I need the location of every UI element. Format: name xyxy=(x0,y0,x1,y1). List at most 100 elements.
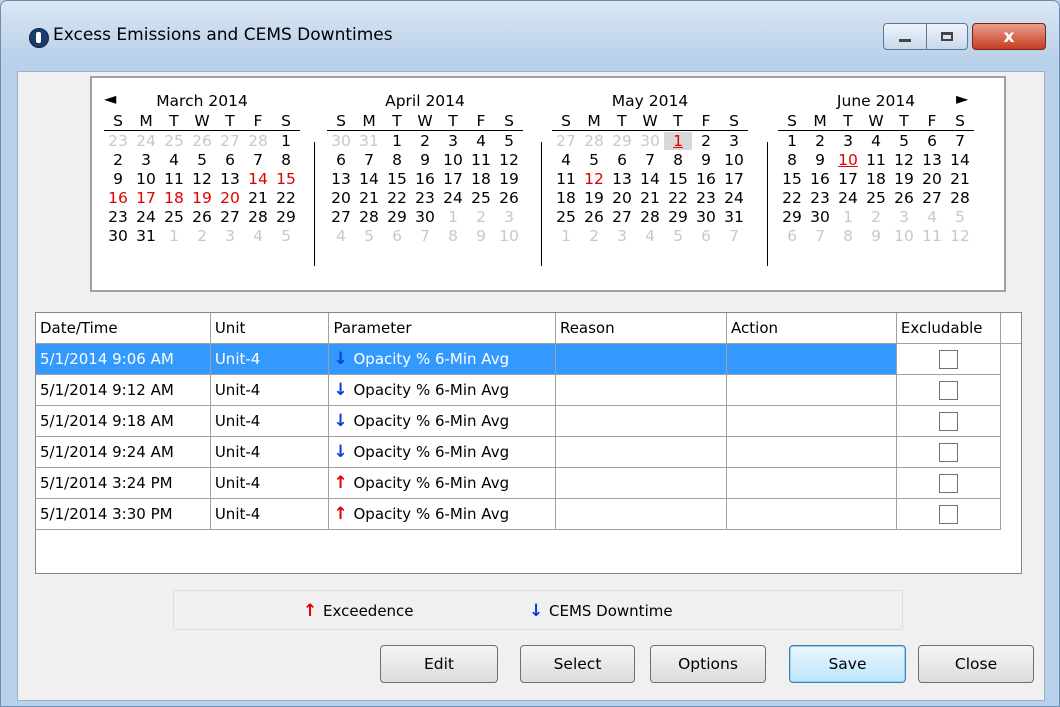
calendar-day[interactable]: 10 xyxy=(834,151,862,169)
calendar-day[interactable]: 11 xyxy=(552,170,580,188)
calendar-day[interactable]: 3 xyxy=(834,132,862,150)
month-grid[interactable]: S M T W T F S 27 28 29 30 1 2 3 4 5 6 7 8 9 10 11 12 13 14 15 16 17… xyxy=(552,112,748,245)
calendar-day[interactable]: 20 xyxy=(608,189,636,207)
calendar-day[interactable]: 11 xyxy=(862,151,890,169)
title-bar[interactable]: Excess Emissions and CEMS Downtimes x xyxy=(1,1,1059,71)
column-header-unit[interactable]: Unit xyxy=(210,313,330,344)
calendar-day[interactable]: 30 xyxy=(636,132,664,150)
cell-action[interactable] xyxy=(726,498,897,530)
calendar-day[interactable]: 14 xyxy=(355,170,383,188)
table-row[interactable]: 5/1/2014 9:06 AM Unit-4 ↓ Opacity % 6-Min A… xyxy=(36,343,1021,375)
column-header-datetime[interactable]: Date/Time xyxy=(36,313,211,344)
calendar-day[interactable]: 4 xyxy=(327,227,355,245)
calendar-day[interactable]: 13 xyxy=(608,170,636,188)
month-grid[interactable]: S M T W T F S 30 31 1 2 3 4 5 6 7 8 9 10 11 12 13 14 15 16 17 18 19… xyxy=(327,112,523,245)
cell-datetime[interactable]: 5/1/2014 3:24 PM xyxy=(36,467,211,499)
calendar-day[interactable]: 3 xyxy=(216,227,244,245)
calendar-day[interactable]: 10 xyxy=(439,151,467,169)
column-header-excludable[interactable]: Excludable xyxy=(896,313,1002,344)
calendar-day[interactable]: 26 xyxy=(495,189,523,207)
calendar-day[interactable]: 15 xyxy=(664,170,692,188)
calendar-day[interactable]: 9 xyxy=(411,151,439,169)
cell-datetime[interactable]: 5/1/2014 9:18 AM xyxy=(36,405,211,437)
calendar-day[interactable]: 30 xyxy=(806,208,834,226)
cell-reason[interactable] xyxy=(555,343,728,375)
calendar-day[interactable]: 16 xyxy=(806,170,834,188)
cell-parameter[interactable]: ↑ Opacity % 6-Min Avg xyxy=(328,467,556,499)
calendar-day[interactable]: 17 xyxy=(720,170,748,188)
calendar-day[interactable]: 13 xyxy=(918,151,946,169)
calendar-day[interactable]: 30 xyxy=(692,208,720,226)
calendar-day[interactable]: 7 xyxy=(411,227,439,245)
calendar-day[interactable]: 3 xyxy=(720,132,748,150)
cell-unit[interactable]: Unit-4 xyxy=(210,467,330,499)
calendar-day[interactable]: 21 xyxy=(636,189,664,207)
calendar-day[interactable]: 31 xyxy=(720,208,748,226)
calendar-day[interactable]: 8 xyxy=(383,151,411,169)
cell-unit[interactable]: Unit-4 xyxy=(210,343,330,375)
calendar-day[interactable]: 11 xyxy=(467,151,495,169)
calendar-day[interactable]: 27 xyxy=(216,132,244,150)
calendar-day[interactable]: 29 xyxy=(383,208,411,226)
cell-unit[interactable]: Unit-4 xyxy=(210,405,330,437)
calendar-day[interactable]: 24 xyxy=(132,132,160,150)
cell-reason[interactable] xyxy=(555,405,728,437)
calendar-day[interactable]: 27 xyxy=(918,189,946,207)
cell-parameter[interactable]: ↓ Opacity % 6-Min Avg xyxy=(328,343,556,375)
calendar-day[interactable]: 18 xyxy=(467,170,495,188)
cell-action[interactable] xyxy=(726,405,897,437)
calendar-day[interactable]: 22 xyxy=(778,189,806,207)
calendar-day[interactable]: 27 xyxy=(608,208,636,226)
calendar-day[interactable]: 5 xyxy=(355,227,383,245)
calendar-day[interactable]: 1 xyxy=(552,227,580,245)
edit-button[interactable]: Edit xyxy=(380,645,498,683)
column-header-reason[interactable]: Reason xyxy=(555,313,728,344)
table-row[interactable]: 5/1/2014 9:24 AM Unit-4 ↓ Opacity % 6-Min A… xyxy=(36,436,1021,468)
calendar-day[interactable]: 25 xyxy=(862,189,890,207)
calendar-day[interactable]: 12 xyxy=(495,151,523,169)
calendar-day[interactable]: 30 xyxy=(327,132,355,150)
calendar-day[interactable]: 2 xyxy=(467,208,495,226)
cell-action[interactable] xyxy=(726,467,897,499)
calendar-day[interactable]: 17 xyxy=(132,189,160,207)
calendar-day[interactable]: 9 xyxy=(806,151,834,169)
calendar-day[interactable]: 8 xyxy=(439,227,467,245)
cell-parameter[interactable]: ↓ Opacity % 6-Min Avg xyxy=(328,405,556,437)
calendar-day[interactable]: 25 xyxy=(467,189,495,207)
calendar-day[interactable]: 19 xyxy=(890,170,918,188)
calendar-day[interactable]: 8 xyxy=(834,227,862,245)
calendar-day[interactable]: 26 xyxy=(188,132,216,150)
calendar-day[interactable]: 13 xyxy=(327,170,355,188)
calendar-day[interactable]: 22 xyxy=(664,189,692,207)
calendar-day[interactable]: 28 xyxy=(946,189,974,207)
calendar-day[interactable]: 21 xyxy=(946,170,974,188)
calendar-day[interactable]: 23 xyxy=(104,208,132,226)
calendar-day[interactable]: 29 xyxy=(608,132,636,150)
calendar-day[interactable]: 2 xyxy=(806,132,834,150)
calendar-day[interactable]: 26 xyxy=(188,208,216,226)
calendar-day[interactable]: 7 xyxy=(244,151,272,169)
calendar-day[interactable]: 20 xyxy=(327,189,355,207)
calendar-day[interactable]: 12 xyxy=(580,170,608,188)
calendar-day[interactable]: 7 xyxy=(720,227,748,245)
calendar-day[interactable]: 8 xyxy=(778,151,806,169)
calendar-day[interactable]: 5 xyxy=(580,151,608,169)
calendar-day[interactable]: 4 xyxy=(636,227,664,245)
calendar-day[interactable]: 6 xyxy=(692,227,720,245)
calendar-day[interactable]: 1 xyxy=(439,208,467,226)
column-header-parameter[interactable]: Parameter xyxy=(328,313,556,344)
calendar-day[interactable]: 22 xyxy=(272,189,300,207)
calendar-day[interactable]: 4 xyxy=(160,151,188,169)
calendar-day[interactable]: 28 xyxy=(580,132,608,150)
calendar-day[interactable]: 28 xyxy=(244,208,272,226)
calendar-day[interactable]: 27 xyxy=(216,208,244,226)
calendar-day[interactable]: 23 xyxy=(411,189,439,207)
cell-parameter[interactable]: ↓ Opacity % 6-Min Avg xyxy=(328,374,556,406)
calendar-day[interactable]: 25 xyxy=(160,208,188,226)
calendar-day[interactable]: 22 xyxy=(383,189,411,207)
calendar-day[interactable]: 14 xyxy=(244,170,272,188)
options-button[interactable]: Options xyxy=(650,645,766,683)
calendar[interactable]: ◄ ► March 2014 S M T W T F S 23 24 25 26 27 28 1 2 3 4 5 6… xyxy=(90,76,1006,292)
calendar-day[interactable]: 20 xyxy=(216,189,244,207)
calendar-day[interactable]: 10 xyxy=(720,151,748,169)
